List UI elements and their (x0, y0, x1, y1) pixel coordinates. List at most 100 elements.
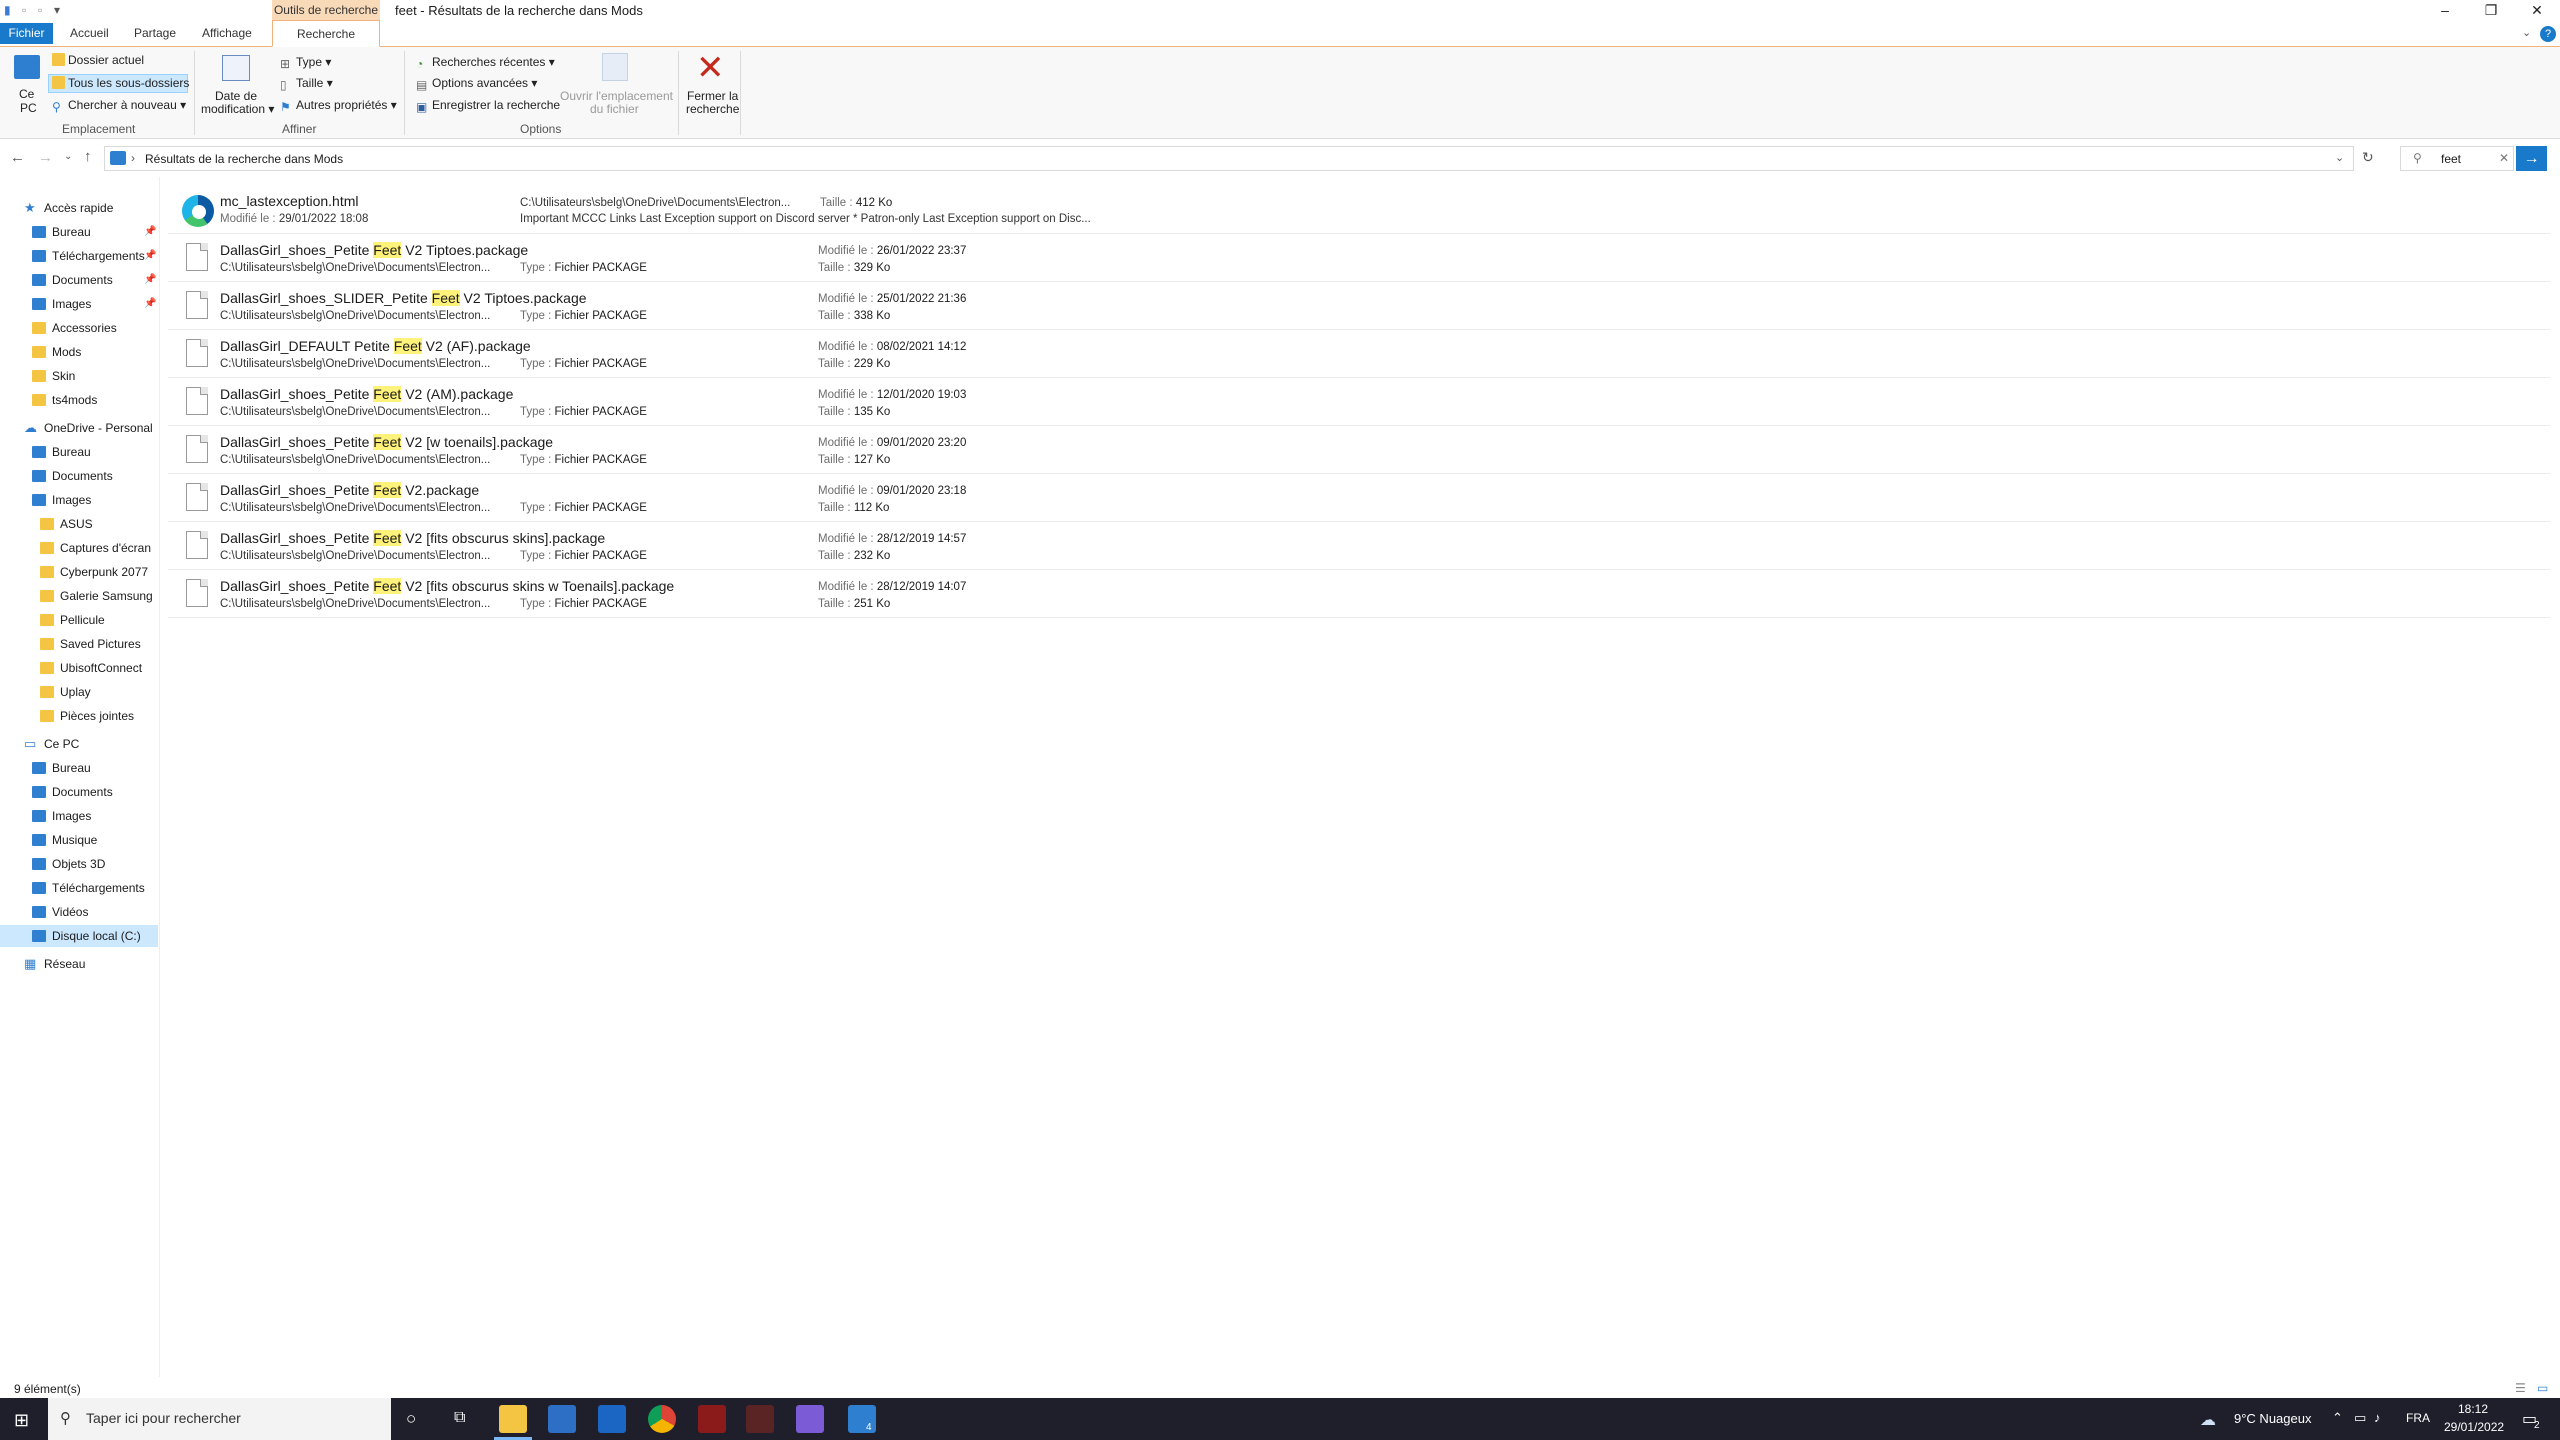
sidebar-item-quick-0[interactable]: Bureau 📌 (0, 221, 158, 243)
mail-icon[interactable] (598, 1405, 626, 1433)
minimize-button[interactable]: – (2422, 0, 2468, 20)
sidebar-item-onedrive-6[interactable]: Galerie Samsung (0, 585, 158, 607)
details-view-icon[interactable]: ☰ (2515, 1381, 2526, 1395)
sidebar-item-pc-1[interactable]: Documents (0, 781, 158, 803)
cortana-icon[interactable]: ○ (406, 1409, 416, 1429)
back-arrow-icon[interactable]: ← (10, 149, 25, 166)
close-window-button[interactable]: ✕ (2514, 0, 2560, 20)
search-input[interactable]: ⚲ feet ✕ (2400, 146, 2514, 171)
tab-share[interactable]: Partage (134, 26, 176, 40)
advanced-options-button[interactable]: ▤ Options avancées ▾ (416, 76, 537, 92)
package-file-row[interactable]: DallasGirl_shoes_Petite Feet V2 Tiptoes.… (168, 236, 2550, 282)
tab-search[interactable]: Recherche (272, 20, 380, 47)
recent-locations-icon[interactable]: ⌄ (64, 151, 72, 162)
file-name[interactable]: DallasGirl_shoes_Petite Feet V2 [fits ob… (220, 530, 605, 546)
pin-icon[interactable]: 📌 (144, 293, 156, 315)
html-file-row[interactable]: mc_lastexception.html Modifié le : 29/01/… (168, 190, 2550, 234)
folder-icon[interactable]: ▮ (4, 3, 11, 17)
nav-section-onedrive[interactable]: ☁ OneDrive - Personal (0, 417, 158, 439)
sidebar-item-pc-2[interactable]: Images (0, 805, 158, 827)
app-launcher-icon[interactable] (746, 1405, 774, 1433)
breadcrumb[interactable]: Résultats de la recherche dans Mods (145, 152, 343, 166)
visual-studio-icon[interactable] (796, 1405, 824, 1433)
search-go-button[interactable]: → (2516, 146, 2547, 171)
sidebar-item-pc-0[interactable]: Bureau (0, 757, 158, 779)
file-name[interactable]: DallasGirl_shoes_SLIDER_Petite Feet V2 T… (220, 290, 587, 306)
close-search-label-1[interactable]: Fermer la (687, 89, 738, 103)
file-name[interactable]: DallasGirl_shoes_Petite Feet V2 (AM).pac… (220, 386, 513, 402)
this-pc-label-1[interactable]: Ce (19, 87, 34, 101)
sidebar-item-quick-5[interactable]: Mods (0, 341, 158, 363)
file-name[interactable]: DallasGirl_DEFAULT Petite Feet V2 (AF).p… (220, 338, 531, 354)
help-icon[interactable]: ? (2540, 26, 2556, 42)
properties-icon[interactable]: ▫ (22, 3, 26, 17)
this-pc-icon[interactable] (14, 55, 40, 79)
sidebar-item-pc-3[interactable]: Musique (0, 829, 158, 851)
language-indicator[interactable]: FRA (2406, 1411, 2430, 1425)
start-windows-icon[interactable]: ⊞ (14, 1410, 29, 1431)
chrome-icon[interactable] (648, 1405, 676, 1433)
sidebar-item-pc-6[interactable]: Vidéos (0, 901, 158, 923)
volume-icon[interactable]: ♪ (2374, 1410, 2381, 1425)
network-icon[interactable]: ▭ (2354, 1410, 2366, 1426)
address-dropdown-icon[interactable]: ⌄ (2335, 151, 2344, 164)
clock-time[interactable]: 18:12 (2458, 1402, 2488, 1416)
sidebar-item-quick-1[interactable]: Téléchargements 📌 (0, 245, 158, 267)
current-folder-button[interactable]: Dossier actuel (52, 53, 144, 67)
sidebar-item-quick-6[interactable]: Skin (0, 365, 158, 387)
sidebar-item-onedrive-0[interactable]: Bureau (0, 441, 158, 463)
sidebar-item-pc-7[interactable]: Disque local (C:) (0, 925, 158, 947)
nav-section-network[interactable]: ▦ Réseau (0, 953, 158, 975)
sidebar-item-onedrive-9[interactable]: UbisoftConnect (0, 657, 158, 679)
pin-icon[interactable]: 📌 (144, 269, 156, 291)
close-search-label-2[interactable]: recherche (686, 102, 739, 116)
type-filter-button[interactable]: ⊞ Type ▾ (280, 55, 331, 71)
expand-ribbon-icon[interactable]: ⌄ (2522, 26, 2531, 39)
package-file-row[interactable]: DallasGirl_shoes_Petite Feet V2.package C… (168, 476, 2550, 522)
sidebar-item-onedrive-4[interactable]: Captures d'écran (0, 537, 158, 559)
sidebar-item-onedrive-11[interactable]: Pièces jointes (0, 705, 158, 727)
task-view-icon[interactable]: ⧉ (454, 1409, 465, 1427)
file-name[interactable]: DallasGirl_shoes_Petite Feet V2.package (220, 482, 479, 498)
all-subfolders-button[interactable]: Tous les sous-dossiers (48, 74, 189, 93)
package-file-row[interactable]: DallasGirl_shoes_Petite Feet V2 [w toena… (168, 428, 2550, 474)
file-name[interactable]: mc_lastexception.html (220, 193, 359, 209)
up-arrow-icon[interactable]: ↑ (84, 148, 92, 165)
package-file-row[interactable]: DallasGirl_shoes_Petite Feet V2 (AM).pac… (168, 380, 2550, 426)
date-modified-label-1[interactable]: Date de (215, 89, 257, 103)
close-search-icon[interactable]: ✕ (696, 51, 725, 85)
restore-button[interactable]: ❐ (2468, 0, 2514, 20)
sidebar-item-pc-5[interactable]: Téléchargements (0, 877, 158, 899)
weather-text[interactable]: 9°C Nuageux (2234, 1411, 2311, 1426)
package-file-row[interactable]: DallasGirl_shoes_SLIDER_Petite Feet V2 T… (168, 284, 2550, 330)
file-name[interactable]: DallasGirl_shoes_Petite Feet V2 [fits ob… (220, 578, 674, 594)
store-icon[interactable] (548, 1405, 576, 1433)
game-launcher-icon[interactable] (698, 1405, 726, 1433)
package-file-row[interactable]: DallasGirl_shoes_Petite Feet V2 [fits ob… (168, 524, 2550, 570)
nav-section-quick-access[interactable]: ★ Accès rapide (0, 197, 158, 219)
sidebar-item-onedrive-8[interactable]: Saved Pictures (0, 633, 158, 655)
tab-view[interactable]: Affichage (202, 26, 252, 40)
clear-search-icon[interactable]: ✕ (2499, 151, 2509, 165)
refresh-icon[interactable]: ↻ (2362, 149, 2374, 166)
package-file-row[interactable]: DallasGirl_DEFAULT Petite Feet V2 (AF).p… (168, 332, 2550, 378)
address-bar[interactable]: › Résultats de la recherche dans Mods ⌄ (104, 146, 2354, 171)
nav-section-thispc[interactable]: ▭ Ce PC (0, 733, 158, 755)
file-name[interactable]: DallasGirl_shoes_Petite Feet V2 [w toena… (220, 434, 553, 450)
forward-arrow-icon[interactable]: → (38, 149, 53, 166)
size-filter-button[interactable]: ▯ Taille ▾ (280, 76, 333, 92)
package-file-row[interactable]: DallasGirl_shoes_Petite Feet V2 [fits ob… (168, 572, 2550, 618)
date-modified-button[interactable]: modification ▾ (201, 102, 274, 116)
sidebar-item-quick-7[interactable]: ts4mods (0, 389, 158, 411)
sidebar-item-onedrive-2[interactable]: Images (0, 489, 158, 511)
this-pc-label-2[interactable]: PC (20, 101, 37, 115)
sidebar-item-onedrive-1[interactable]: Documents (0, 465, 158, 487)
calendar-icon[interactable] (222, 55, 250, 81)
sidebar-item-quick-3[interactable]: Images 📌 (0, 293, 158, 315)
sidebar-item-onedrive-10[interactable]: Uplay (0, 681, 158, 703)
sidebar-item-onedrive-7[interactable]: Pellicule (0, 609, 158, 631)
file-explorer-icon[interactable] (499, 1405, 527, 1433)
sidebar-item-quick-2[interactable]: Documents 📌 (0, 269, 158, 291)
taskbar-search-box[interactable]: ⚲ Taper ici pour rechercher (48, 1398, 391, 1440)
tiles-view-icon[interactable]: ▭ (2537, 1381, 2548, 1395)
